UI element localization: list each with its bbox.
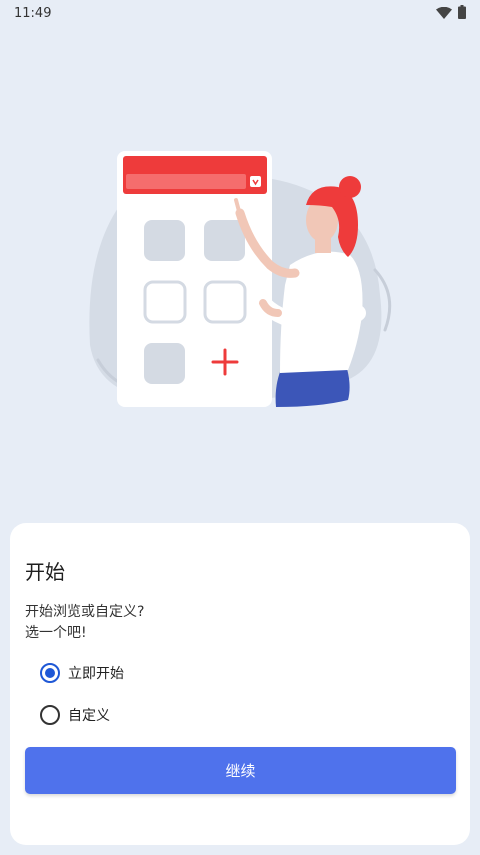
option-label: 立即开始 xyxy=(68,666,124,682)
status-icons xyxy=(436,4,466,23)
onboarding-illustration xyxy=(80,145,400,415)
option-customize[interactable]: 自定义 xyxy=(40,701,110,729)
status-bar: 11:49 xyxy=(0,0,480,26)
dialog-description-line1: 开始浏览或自定义? xyxy=(25,604,145,620)
dialog-description: 开始浏览或自定义? 选一个吧! xyxy=(25,602,445,644)
status-time: 11:49 xyxy=(14,5,52,21)
wifi-icon xyxy=(436,4,452,23)
radio-button-unchecked[interactable] xyxy=(40,705,60,725)
option-start-now[interactable]: 立即开始 xyxy=(40,659,124,687)
dialog-title: 开始 xyxy=(25,560,65,584)
start-dialog: 开始 开始浏览或自定义? 选一个吧! 立即开始 自定义 继续 xyxy=(10,523,470,845)
battery-icon xyxy=(458,4,466,23)
option-label: 自定义 xyxy=(68,708,110,724)
dialog-description-line2: 选一个吧! xyxy=(25,625,87,641)
continue-button[interactable]: 继续 xyxy=(25,747,456,794)
radio-button-checked[interactable] xyxy=(40,663,60,683)
